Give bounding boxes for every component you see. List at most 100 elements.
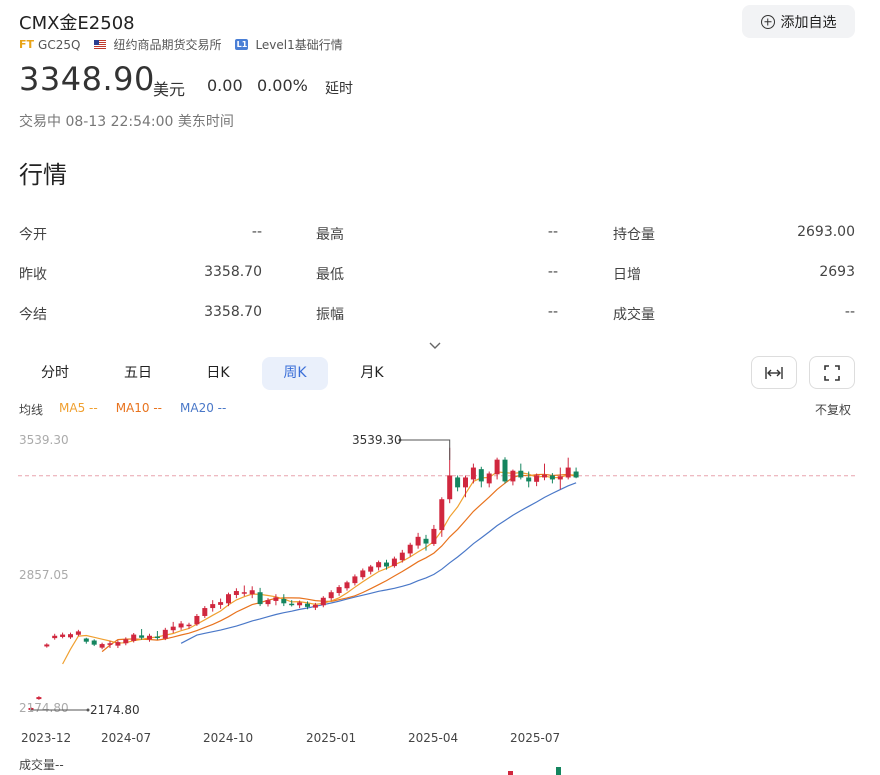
candle-body xyxy=(60,634,66,637)
candle-body xyxy=(352,576,358,584)
candle-body xyxy=(391,558,397,567)
x-tick-label: 2024-07 xyxy=(101,731,151,745)
ft-logo: FT xyxy=(19,38,35,51)
quote-label-settlement: 今结 xyxy=(19,307,47,323)
candle-body xyxy=(328,592,334,599)
tab-monthly-k[interactable]: 月K xyxy=(337,357,407,390)
currency: 美元 xyxy=(153,80,186,99)
tab-weekly-k[interactable]: 周K xyxy=(262,357,328,390)
tab-intraday[interactable]: 分时 xyxy=(20,357,90,390)
candle-body xyxy=(447,475,453,500)
quote-value-amplitude: -- xyxy=(547,304,558,320)
ma5-line xyxy=(62,471,577,665)
exchange-name: 纽约商品期货交易所 xyxy=(113,38,222,52)
candle-body xyxy=(170,626,176,631)
tab-five-day[interactable]: 五日 xyxy=(103,357,173,390)
trading-status: 交易中 08-13 22:54:00 美东时间 xyxy=(19,114,234,130)
candle-body xyxy=(478,469,484,482)
candle-body xyxy=(107,643,113,645)
candle-body xyxy=(502,459,508,482)
candle-body xyxy=(431,528,437,544)
quote-value-low: -- xyxy=(547,264,558,280)
ma10-legend: MA10 -- xyxy=(115,401,162,415)
y-tick-label: 3539.30 xyxy=(19,433,69,447)
candle-body xyxy=(289,603,295,606)
instrument-meta: FT GC25Q 纽约商品期货交易所 L1 Level1基础行情 xyxy=(19,36,343,53)
quote-label-daily-increase: 日增 xyxy=(613,267,641,283)
candle-body xyxy=(368,566,374,572)
candle-body xyxy=(68,634,73,638)
candle-body xyxy=(573,471,579,478)
candle-body xyxy=(470,467,476,480)
candle-body xyxy=(297,602,303,606)
quote-value-prev-close: 3358.70 xyxy=(204,264,262,280)
quote-label-amplitude: 振幅 xyxy=(316,307,344,323)
ma5-legend: MA5 -- xyxy=(59,401,98,415)
candle-body xyxy=(376,562,382,568)
x-tick-label: 2025-04 xyxy=(408,731,458,745)
candle-body xyxy=(218,602,224,605)
moving-average-legend: 均线 MA5 -- MA10 -- MA20 -- xyxy=(19,401,226,418)
candle-body xyxy=(83,638,89,642)
quote-value-open: -- xyxy=(251,224,262,240)
ma-legend-label: 均线 xyxy=(19,403,44,417)
fullscreen-icon xyxy=(824,364,840,381)
candle-body xyxy=(241,592,247,594)
level1-badge-icon: L1 xyxy=(235,39,249,50)
min-annotation-label: 2174.80 xyxy=(90,703,140,717)
tab-daily-k[interactable]: 日K xyxy=(183,357,253,390)
candle-body xyxy=(99,644,105,648)
ticker-code: GC25Q xyxy=(38,37,81,52)
candle-body xyxy=(415,536,421,546)
candle-body xyxy=(257,592,263,605)
price-change-pct: 0.00% xyxy=(257,76,308,95)
candle-body xyxy=(186,624,192,627)
candle-body xyxy=(494,459,500,475)
price-adjust-toggle[interactable]: 不复权 xyxy=(815,401,851,418)
candle-body xyxy=(320,597,326,606)
plus-circle-icon xyxy=(760,14,775,29)
candle-body xyxy=(36,697,42,700)
candle-body xyxy=(510,470,516,482)
candle-body xyxy=(407,544,413,554)
candle-body xyxy=(565,467,571,478)
quote-label-prev-close: 昨收 xyxy=(19,267,47,283)
candle-body xyxy=(139,635,145,638)
candle-body xyxy=(226,594,231,604)
arrows-horizontal-icon xyxy=(765,366,783,379)
max-annotation-label: 3539.30 xyxy=(352,433,402,447)
quote-value-high: -- xyxy=(547,224,558,240)
candle-body xyxy=(542,474,547,478)
candle-body xyxy=(273,597,279,601)
candle-body xyxy=(162,629,168,639)
quote-value-daily-increase: 2693 xyxy=(819,264,855,280)
candlestick-chart[interactable]: 3539.30 2857.05 2174.80 3539.30 2174.80 2023-… xyxy=(0,420,880,775)
quote-value-settlement: 3358.70 xyxy=(204,304,262,320)
expand-horizontal-button[interactable] xyxy=(751,356,797,389)
ma20-legend: MA20 -- xyxy=(180,401,227,415)
candle-body xyxy=(518,470,524,478)
add-watchlist-button[interactable]: 添加自选 xyxy=(742,5,855,38)
fullscreen-button[interactable] xyxy=(809,356,855,389)
delay-label: 延时 xyxy=(325,81,353,97)
candle-body xyxy=(534,475,540,482)
candle-body xyxy=(265,600,271,605)
candle-body xyxy=(249,590,255,595)
instrument-title: CMX金E2508 xyxy=(19,13,135,34)
quote-label-low: 最低 xyxy=(316,267,344,283)
level-text: Level1基础行情 xyxy=(255,38,343,52)
chevron-down-icon[interactable] xyxy=(428,339,442,353)
quote-label-open: 今开 xyxy=(19,227,47,243)
candle-body xyxy=(399,552,405,561)
candle-body xyxy=(75,631,81,635)
x-tick-label: 2023-12 xyxy=(21,731,71,745)
candle-body xyxy=(202,608,208,616)
last-price: 3348.90 xyxy=(19,60,155,98)
x-tick-label: 2025-07 xyxy=(510,731,560,745)
candle-body xyxy=(344,582,350,589)
quote-label-open-interest: 持仓量 xyxy=(613,227,655,243)
candle-body xyxy=(463,477,468,488)
add-watchlist-label: 添加自选 xyxy=(780,14,837,31)
quote-label-volume: 成交量 xyxy=(613,307,655,323)
candle-body xyxy=(305,603,310,607)
